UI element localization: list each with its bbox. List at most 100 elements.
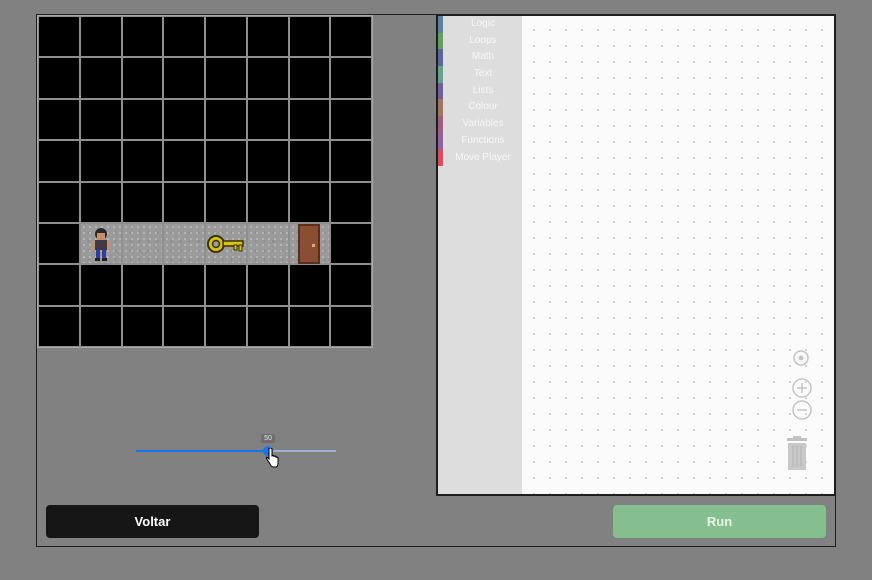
grid-cell (79, 98, 122, 141)
grid-cell (205, 264, 247, 306)
run-button[interactable]: Run (613, 505, 826, 538)
toolbox-category[interactable]: Logic (438, 16, 522, 33)
toolbox-category-label: Loops (469, 34, 497, 46)
grid-cell (246, 305, 289, 347)
grid-cell (121, 181, 164, 223)
grid-cell (205, 140, 247, 182)
grid-cell (288, 305, 331, 347)
grid-cell (38, 181, 80, 223)
voltar-button[interactable]: Voltar (46, 505, 259, 538)
recenter-icon[interactable] (792, 349, 810, 367)
grid-cell (205, 305, 247, 347)
grid-cell (121, 57, 164, 99)
toolbox-category[interactable]: Move Player (438, 149, 522, 167)
grid-cell (330, 98, 372, 141)
grid-cell (38, 140, 80, 182)
grid-cell (330, 57, 372, 99)
slider-fill (136, 450, 268, 452)
category-color-swatch (438, 149, 443, 167)
toolbox-category[interactable]: Variables (438, 116, 522, 133)
grid-cell (121, 140, 164, 182)
grid-cell (246, 57, 289, 99)
grid-cell (288, 140, 331, 182)
speed-slider[interactable]: 50 (136, 434, 336, 464)
grid-cell (121, 16, 164, 58)
trash-icon[interactable] (784, 436, 810, 472)
grid-cell (121, 98, 164, 141)
zoom-out-icon[interactable] (791, 399, 813, 421)
category-color-swatch (438, 32, 443, 50)
grid-cell (79, 140, 122, 182)
grid-cell (38, 264, 80, 306)
grid-cell (330, 16, 372, 58)
toolbox-category[interactable]: Text (438, 66, 522, 83)
grid-cell (163, 98, 205, 141)
toolbox-category[interactable]: Functions (438, 132, 522, 150)
category-color-swatch (438, 49, 443, 67)
grid-cell (163, 140, 205, 182)
key-icon (206, 234, 244, 253)
toolbox-category[interactable]: Math (438, 49, 522, 67)
grid-cell (79, 181, 122, 223)
grid-cell (163, 181, 205, 223)
toolbox-category-label: Colour (468, 101, 498, 113)
category-color-swatch (438, 66, 443, 83)
toolbox-category[interactable]: Loops (438, 32, 522, 50)
grid-cell (205, 181, 247, 223)
grid-cell (288, 16, 331, 58)
grid-cell (205, 98, 247, 141)
grid-cell (288, 264, 331, 306)
grid-cell (330, 140, 372, 182)
game-grid (37, 15, 373, 348)
blockly-toolbox: Logic Loops Math Text Lists Colour Variables Fu… (438, 16, 522, 494)
grid-cell (246, 140, 289, 182)
grid-cell (121, 264, 164, 306)
toolbox-category-label: Variables (462, 118, 504, 130)
toolbox-category-label: Math (471, 51, 495, 63)
grid-cell (79, 57, 122, 99)
toolbox-category-label: Logic (471, 18, 495, 29)
grid-cell (246, 181, 289, 223)
grid-cell (246, 222, 289, 265)
toolbox-category-label: Lists (472, 84, 494, 96)
toolbox-category[interactable]: Colour (438, 99, 522, 117)
grid-cell (38, 16, 80, 58)
toolbox-category-label: Move Player (455, 151, 511, 163)
grid-cell (330, 181, 372, 223)
grid-cell (163, 222, 205, 265)
grid-cell (163, 305, 205, 347)
grid-cell (330, 222, 372, 265)
zoom-in-icon[interactable] (791, 377, 813, 399)
grid-cell (205, 16, 247, 58)
category-color-swatch (438, 116, 443, 133)
grid-cell (246, 98, 289, 141)
grid-cell (205, 57, 247, 99)
grid-cell (38, 305, 80, 347)
grid-cell (288, 181, 331, 223)
grid-cell (79, 305, 122, 347)
grid-cell (163, 16, 205, 58)
grid-cell (79, 16, 122, 58)
grid-cell (79, 222, 122, 265)
grid-cell (121, 305, 164, 347)
category-color-swatch (438, 16, 443, 33)
category-color-swatch (438, 132, 443, 150)
grid-cell (163, 57, 205, 99)
slider-value-tooltip: 50 (261, 434, 275, 443)
grid-cell (288, 98, 331, 141)
grid-cell (246, 16, 289, 58)
grid-cell (163, 264, 205, 306)
grid-cell (121, 222, 164, 265)
hand-cursor-icon (265, 448, 279, 468)
category-color-swatch (438, 99, 443, 117)
door-icon (298, 223, 321, 264)
grid-cell (246, 264, 289, 306)
grid-cell (330, 264, 372, 306)
blockly-workspace[interactable]: Logic Loops Math Text Lists Colour Variables Fu… (436, 14, 836, 496)
toolbox-category-label: Functions (461, 134, 505, 146)
toolbox-category-label: Text (473, 68, 493, 80)
grid-cell (38, 222, 80, 265)
grid-cell (38, 98, 80, 141)
toolbox-category[interactable]: Lists (438, 82, 522, 100)
grid-cell (205, 222, 247, 265)
